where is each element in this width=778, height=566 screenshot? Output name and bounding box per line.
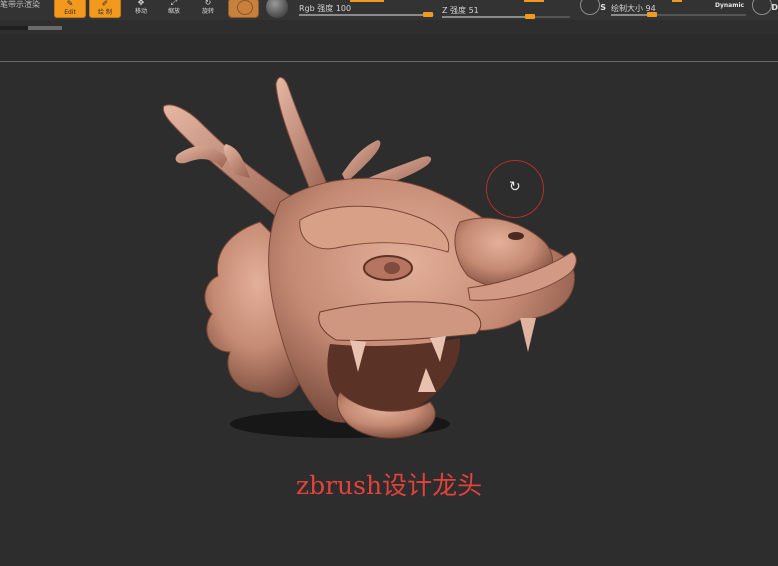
rotate-button[interactable]: ↻ 旋转 xyxy=(192,0,224,18)
rgb-intensity-label: Rgb 强度 xyxy=(299,4,334,13)
draw-size-track[interactable] xyxy=(611,12,746,17)
scale-icon: ⤢ xyxy=(170,0,178,7)
dynamic-label[interactable]: Dynamic xyxy=(715,2,744,9)
tray-bar xyxy=(0,20,778,34)
rotate-tool-icon: ↻ xyxy=(204,0,212,7)
dragon-pupil xyxy=(384,262,400,274)
draw-size-knob[interactable] xyxy=(647,12,657,17)
rotate-icon: ↻ xyxy=(509,179,521,195)
right-horn xyxy=(275,77,331,195)
nostril xyxy=(508,232,524,240)
tray-scroll-handle[interactable] xyxy=(28,26,62,30)
z-intensity-label: Z 强度 xyxy=(442,6,467,15)
z-knob[interactable] xyxy=(525,14,535,19)
viewport-canvas[interactable]: ↻ zbrush设计龙头 xyxy=(0,62,778,566)
move-button[interactable]: ✥ 移动 xyxy=(125,0,157,18)
rgb-track[interactable] xyxy=(299,12,434,17)
draw-icon: ✐ xyxy=(101,0,109,8)
upper-jaw xyxy=(318,301,482,342)
sphere-material-icon[interactable] xyxy=(266,0,288,18)
fang-chin xyxy=(520,318,536,352)
draw-button[interactable]: ✐ 绘 制 xyxy=(89,0,121,18)
rgb-intensity-slider[interactable]: Rgb 强度 100 xyxy=(299,0,434,20)
rgb-knob[interactable] xyxy=(423,12,433,17)
tray-segment-dark xyxy=(0,26,28,30)
rotate-gizmo[interactable]: ↻ xyxy=(486,160,544,218)
draw-size-label: 绘制大小 xyxy=(611,4,643,13)
z-track[interactable] xyxy=(442,14,570,19)
render-label: 笔带示渲染 xyxy=(0,0,40,9)
s-button[interactable]: S xyxy=(580,0,606,15)
material-thumbnail[interactable] xyxy=(228,0,259,18)
z-intensity-value: 51 xyxy=(468,6,479,15)
d-button[interactable]: D xyxy=(752,0,778,15)
rgb-intensity-value: 100 xyxy=(335,4,352,13)
scale-button[interactable]: ⤢ 缩放 xyxy=(158,0,190,18)
caption-text: zbrush设计龙头 xyxy=(295,471,483,500)
move-icon: ✥ xyxy=(137,0,145,7)
top-toolbar: 笔带示渲染 ✎ Edit ✐ 绘 制 ✥ 移动 ⤢ 缩放 ↻ 旋转 Rgb 强度… xyxy=(0,0,778,20)
edit-button[interactable]: ✎ Edit xyxy=(54,0,86,18)
edit-icon: ✎ xyxy=(66,0,74,8)
z-intensity-slider[interactable]: Z 强度 51 xyxy=(442,0,570,20)
